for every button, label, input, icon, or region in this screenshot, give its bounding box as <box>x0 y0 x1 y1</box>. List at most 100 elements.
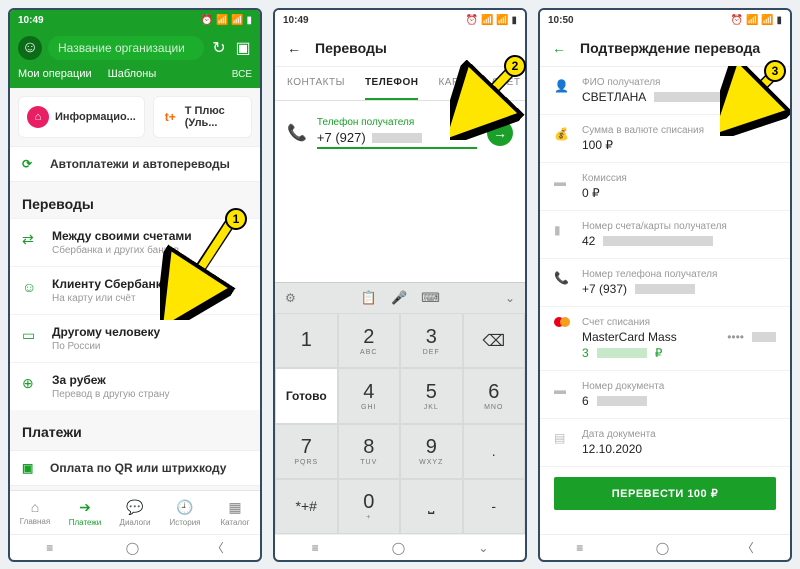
clipboard-icon[interactable]: 📋 <box>361 290 377 306</box>
money-icon: 💰 <box>554 127 570 141</box>
list-item-subtitle: Перевод в другую страну <box>52 389 170 400</box>
android-nav: ≡ ◯ ⌄ <box>275 534 525 560</box>
key-hash[interactable]: ⎵ <box>400 479 463 534</box>
voice-icon[interactable]: ↻ <box>210 39 228 57</box>
key-7[interactable]: 7PQRS <box>275 424 338 479</box>
android-nav: ≡ ◯ 〈 <box>540 534 790 560</box>
autopayments-link[interactable]: ⟳ Автоплатежи и автопереводы <box>10 146 260 182</box>
page-title: Подтверждение перевода <box>580 40 760 56</box>
tab-catalog[interactable]: ▦Каталог <box>210 491 260 534</box>
submit-button[interactable]: → <box>487 120 513 146</box>
nav-back[interactable]: 〈 <box>212 539 224 556</box>
key-6[interactable]: 6MNO <box>463 368 526 423</box>
nav-home[interactable]: ◯ <box>656 541 669 555</box>
tab-card[interactable]: КАРТА <box>438 67 472 100</box>
key-dash[interactable]: - <box>463 479 526 534</box>
confirm-transfer-button[interactable]: ПЕРЕВЕСТИ 100 ₽ <box>554 477 776 510</box>
list-item-title: Другому человеку <box>52 325 160 339</box>
keyboard-icon[interactable]: ⌨ <box>421 290 440 306</box>
clock-icon: 🕘 <box>176 499 193 516</box>
callout-badge-1: 1 <box>225 208 247 230</box>
transfer-abroad[interactable]: ⊕ За рубеж Перевод в другую страну <box>10 362 260 410</box>
bottom-tab-bar: ⌂Главная ➔Платежи 💬Диалоги 🕘История ▦Кат… <box>10 490 260 534</box>
key-symbols[interactable]: *+# <box>275 479 338 534</box>
key-8[interactable]: 8TUV <box>338 424 401 479</box>
row-recipient-name: 👤 ФИО получателя СВЕТЛАНА <box>540 67 790 115</box>
nav-recent[interactable]: ≡ <box>312 541 319 555</box>
row-amount: 💰 Сумма в валюте списания 100 ₽ <box>540 115 790 163</box>
quick-card-2[interactable]: t+ Т Плюс (Уль... <box>153 96 252 138</box>
list-item-subtitle: Сбербанка и других банков <box>52 245 192 256</box>
key-9[interactable]: 9WXYZ <box>400 424 463 479</box>
tab-templates[interactable]: Шаблоны <box>108 68 157 80</box>
header: ← Переводы <box>275 30 525 67</box>
status-bar: 10:49 ⏰ 📶 📶 ▮ <box>10 10 260 30</box>
status-icons: ⏰ 📶 📶 ▮ <box>466 15 517 26</box>
tab-home[interactable]: ⌂Главная <box>10 491 60 534</box>
phone-screen-3: 10:50 ⏰ 📶 📶 ▮ ← Подтверждение перевода 👤… <box>538 8 792 562</box>
nav-recent[interactable]: ≡ <box>46 541 53 555</box>
search-input[interactable]: Название организации <box>48 36 204 60</box>
mic-icon[interactable]: 🎤 <box>391 290 407 306</box>
phone-screen-2: 10:49 ⏰ 📶 📶 ▮ ← Переводы КОНТАКТЫ ТЕЛЕФО… <box>273 8 527 562</box>
tplus-icon: t+ <box>162 106 179 128</box>
nav-home[interactable]: ◯ <box>126 541 139 555</box>
nav-collapse[interactable]: ⌄ <box>478 541 488 555</box>
android-nav: ≡ ◯ 〈 <box>10 534 260 560</box>
transfer-sber-client[interactable]: ☺ Клиенту Сбербанка На карту или счёт <box>10 266 260 314</box>
callout-badge-2: 2 <box>504 55 526 77</box>
clock: 10:49 <box>18 15 44 26</box>
key-1[interactable]: 1 <box>275 313 338 368</box>
key-2[interactable]: 2ABC <box>338 313 401 368</box>
tab-history[interactable]: 🕘История <box>160 491 210 534</box>
tab-payments[interactable]: ➔Платежи <box>60 491 110 534</box>
row-account-number: ▮ Номер счета/карты получателя 42 <box>540 211 790 259</box>
quick-card-label: Информацио... <box>55 111 136 123</box>
header: ☺ Название организации ↻ ▣ Мои операции … <box>10 30 260 88</box>
quick-card-label: Т Плюс (Уль... <box>185 105 243 129</box>
nav-home[interactable]: ◯ <box>392 541 405 555</box>
phone-icon: 📞 <box>287 123 307 143</box>
section-payments-title: Платежи <box>10 410 260 446</box>
quick-card-1[interactable]: ⌂ Информацио... <box>18 96 145 138</box>
key-done[interactable]: Готово <box>275 368 338 423</box>
collapse-keyboard[interactable]: ⌄ <box>505 291 515 305</box>
key-backspace[interactable]: ⌫ <box>463 313 526 368</box>
person-icon: 👤 <box>554 79 570 93</box>
transfer-other-person[interactable]: ▭ Другому человеку По России <box>10 314 260 362</box>
nav-back[interactable]: 〈 <box>742 539 754 556</box>
key-3[interactable]: 3DEF <box>400 313 463 368</box>
profile-button[interactable]: ☺ <box>18 36 42 60</box>
pay-by-qr[interactable]: ▣ Оплата по QR или штрихкоду <box>10 450 260 486</box>
fee-icon: ▬ <box>554 175 570 189</box>
qr-icon[interactable]: ▣ <box>234 39 252 57</box>
stage: 10:49 ⏰ 📶 📶 ▮ ☺ Название организации ↻ ▣… <box>0 0 800 569</box>
keyboard: ⚙ 📋 🎤 ⌨ ⌄ 1 2ABC 3DEF ⌫ 4GHI 5JKL 6MNO <box>275 282 525 534</box>
settings-icon[interactable]: ⚙ <box>285 291 296 305</box>
row-source-account: Счет списания MasterCard Mass •••• 3₽ <box>540 307 790 371</box>
back-button[interactable]: ← <box>287 40 301 56</box>
list-item-subtitle: По России <box>52 341 160 352</box>
globe-icon: ⊕ <box>22 375 40 392</box>
tab-phone[interactable]: ТЕЛЕФОН <box>365 67 419 100</box>
key-0[interactable]: 0+ <box>338 479 401 534</box>
home-icon: ⌂ <box>27 106 49 128</box>
status-bar: 10:49 ⏰ 📶 📶 ▮ <box>275 10 525 30</box>
key-4[interactable]: 4GHI <box>338 368 401 423</box>
tab-contacts[interactable]: КОНТАКТЫ <box>287 67 345 100</box>
transfer-own-accounts[interactable]: ⇄ Между своими счетами Сбербанка и други… <box>10 218 260 266</box>
tab-my-ops[interactable]: Мои операции <box>18 68 92 80</box>
autopayments-label: Автоплатежи и автопереводы <box>50 157 230 171</box>
back-button[interactable]: ← <box>552 40 566 56</box>
pay-by-qr-label: Оплата по QR или штрихкоду <box>50 461 226 475</box>
doc-icon: ▮ <box>554 223 570 237</box>
tab-all[interactable]: ВСЕ <box>232 69 252 80</box>
key-dot[interactable]: . <box>463 424 526 479</box>
recipient-phone-input[interactable]: Телефон получателя +7 (927) <box>317 117 477 149</box>
key-5[interactable]: 5JKL <box>400 368 463 423</box>
nav-recent[interactable]: ≡ <box>576 541 583 555</box>
phone-screen-1: 10:49 ⏰ 📶 📶 ▮ ☺ Название организации ↻ ▣… <box>8 8 262 562</box>
field-label: Телефон получателя <box>317 117 477 128</box>
tab-dialogs[interactable]: 💬Диалоги <box>110 491 160 534</box>
card-icon: ▭ <box>22 327 40 344</box>
